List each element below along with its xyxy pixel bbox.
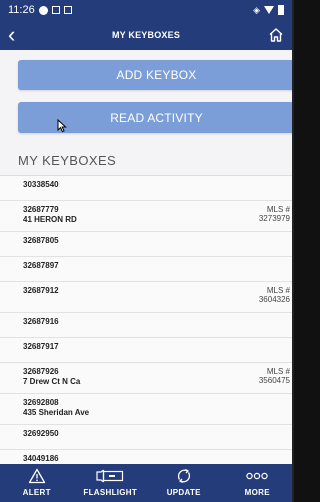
keybox-row[interactable]: 32687912 MLS # 3604326	[0, 282, 292, 313]
keybox-number: 32692808	[23, 398, 59, 407]
keybox-row[interactable]: 32687805	[0, 232, 292, 257]
mls-label: MLS #	[266, 205, 290, 214]
app-notification-icon	[51, 6, 60, 14]
bottom-tab-bar: ALERT FLASHLIGHT UPDATE MORE	[0, 464, 292, 502]
back-arrow-icon[interactable]: ‹	[8, 24, 32, 46]
tab-update-label: UPDATE	[166, 488, 201, 497]
tab-alert[interactable]: ALERT	[2, 467, 72, 497]
keyboxes-section-title: MY KEYBOXES	[18, 153, 117, 168]
mls-label: MLS #	[266, 367, 290, 376]
mls-number: 3604326	[258, 295, 290, 304]
add-keybox-button[interactable]: ADD KEYBOX	[18, 60, 292, 90]
keybox-row[interactable]: 30338540	[0, 176, 292, 201]
keybox-number: 32692950	[23, 429, 59, 438]
keybox-row[interactable]: 32687779 41 HERON RD MLS # 3273979	[0, 201, 292, 232]
keybox-number: 32687805	[23, 236, 59, 245]
vibrate-icon: ◈	[253, 4, 260, 15]
calendar-notification-icon	[63, 6, 72, 14]
tab-more[interactable]: MORE	[222, 467, 292, 497]
flashlight-icon	[95, 467, 125, 485]
app-screen: 11:26 ◈ ‹ MY KEYBOXES ADD KEYBOX READ AC…	[0, 0, 294, 502]
page-title: MY KEYBOXES	[111, 30, 181, 40]
home-icon[interactable]	[260, 27, 284, 43]
keybox-row[interactable]: 32687917	[0, 338, 292, 363]
keybox-number: 32687916	[23, 317, 59, 326]
tab-more-label: MORE	[244, 488, 270, 497]
app-bar: ‹ MY KEYBOXES	[0, 20, 292, 50]
keybox-row[interactable]: 32687897	[0, 257, 292, 282]
keybox-row[interactable]: 32687926 7 Drew Ct N Ca MLS # 3560475	[0, 363, 292, 394]
mls-label: MLS #	[266, 286, 290, 295]
keybox-row[interactable]: 32692950	[0, 425, 292, 450]
keybox-row[interactable]: 32692808 435 Sheridan Ave	[0, 394, 292, 425]
tab-flashlight-label: FLASHLIGHT	[83, 488, 138, 497]
keybox-number: 30338540	[23, 180, 59, 189]
mouse-cursor-icon	[57, 118, 67, 138]
alert-icon	[28, 467, 46, 485]
keybox-number: 32687917	[23, 342, 59, 351]
keybox-number: 34049186	[23, 454, 59, 463]
tab-update[interactable]: UPDATE	[149, 467, 219, 497]
tab-alert-label: ALERT	[22, 488, 51, 497]
notification-icon	[38, 5, 48, 15]
status-time: 11:26	[8, 4, 35, 16]
mls-number: 3273979	[258, 214, 290, 223]
action-buttons: ADD KEYBOX READ ACTIVITY	[0, 50, 292, 133]
keybox-number: 32687897	[23, 261, 59, 270]
battery-icon	[278, 5, 284, 15]
keybox-address: 435 Sheridan Ave	[23, 408, 90, 417]
keybox-number: 32687912	[23, 286, 59, 295]
home-icon-svg	[269, 28, 283, 42]
keybox-number: 32687926	[23, 367, 59, 376]
sync-icon	[175, 467, 193, 485]
keybox-number: 32687779	[23, 205, 59, 214]
status-bar: 11:26 ◈	[0, 0, 292, 20]
keybox-address: 41 HERON RD	[23, 215, 77, 224]
keybox-list: 30338540 32687779 41 HERON RD MLS # 3273…	[0, 175, 292, 475]
mls-number: 3560475	[258, 376, 290, 385]
more-icon	[246, 467, 268, 485]
keybox-row[interactable]: 32687916	[0, 313, 292, 338]
tab-flashlight[interactable]: FLASHLIGHT	[75, 467, 145, 497]
keybox-address: 7 Drew Ct N Ca	[23, 377, 81, 386]
wifi-icon	[264, 6, 274, 14]
